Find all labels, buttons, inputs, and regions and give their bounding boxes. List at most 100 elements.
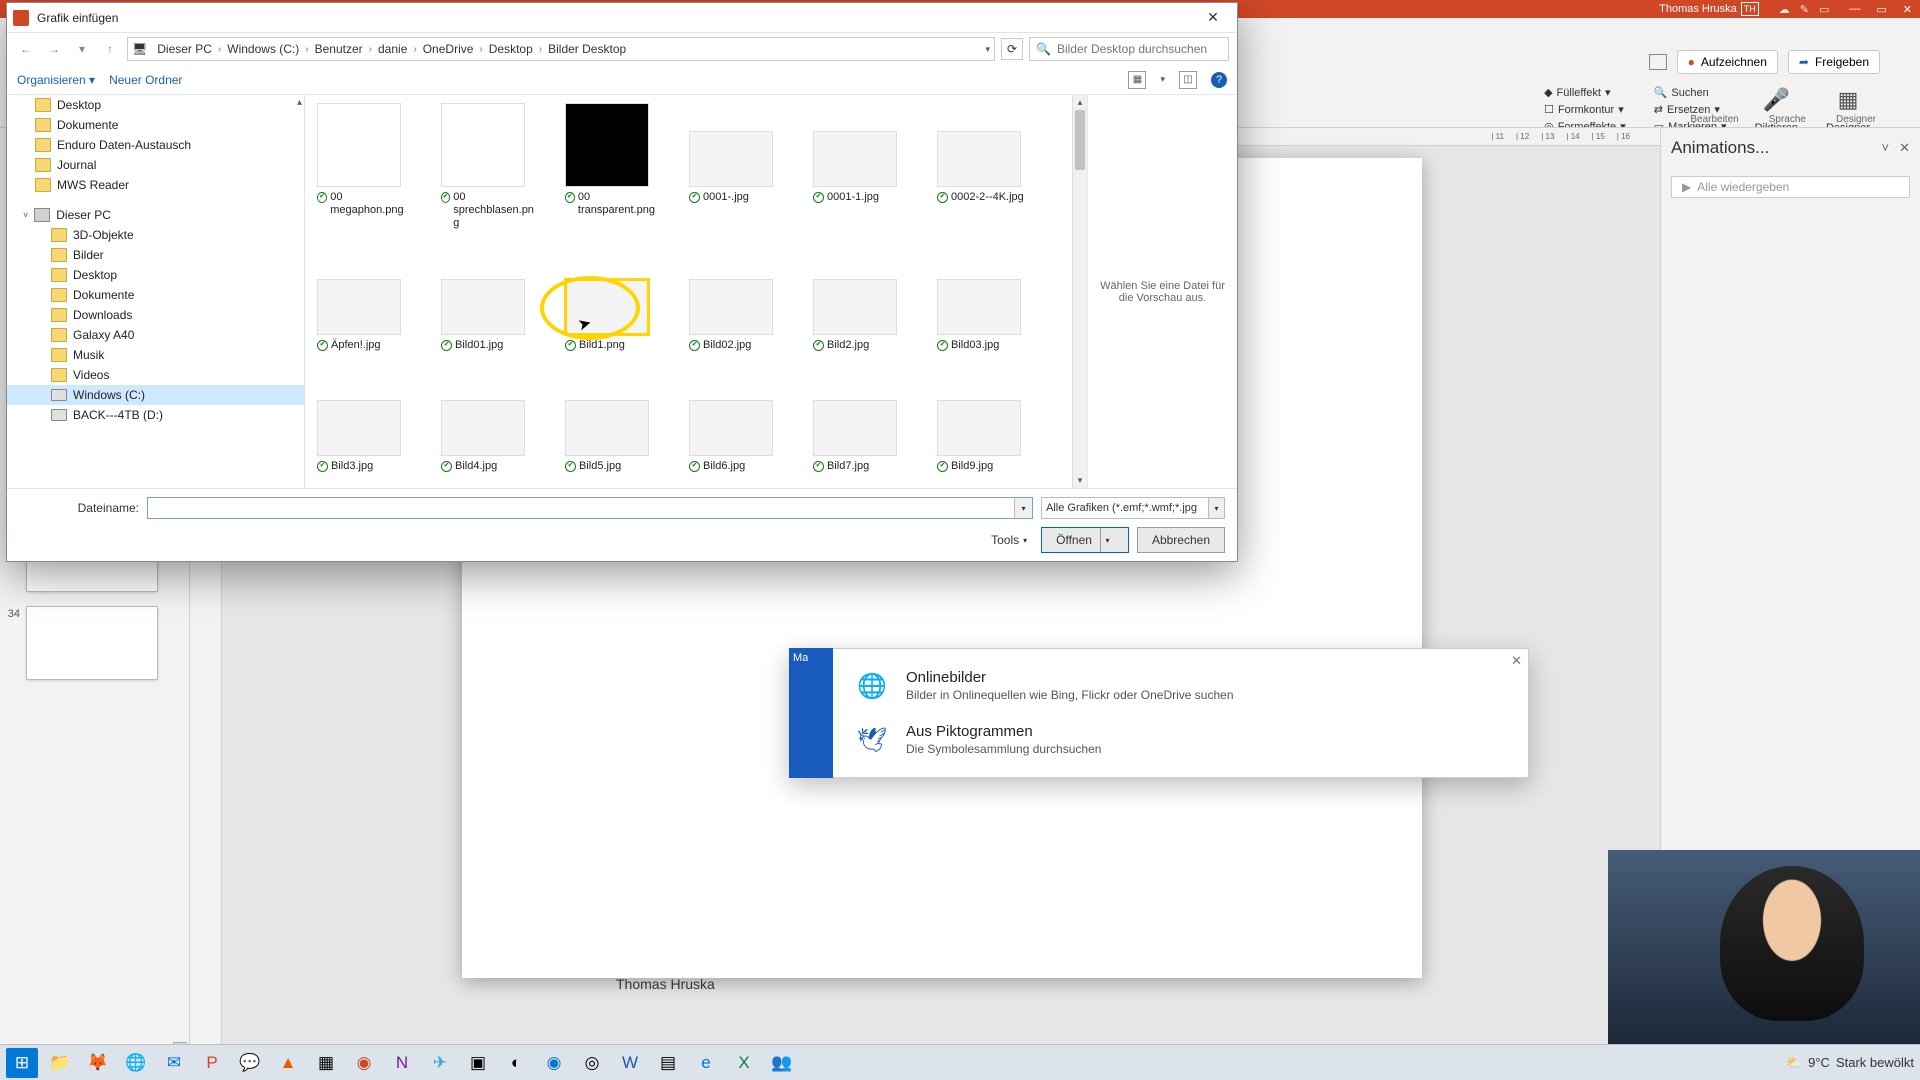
scroll-up-arrow[interactable]: ▴ [1073,95,1087,110]
app-icon-4[interactable]: ▣ [462,1048,494,1078]
tree-item[interactable]: Galaxy A40 [7,325,304,345]
breadcrumb-path[interactable]: 🖥Dieser PC›Windows (C:)›Benutzer›danie›O… [127,37,995,61]
path-segment[interactable]: Dieser PC [153,42,216,56]
file-item[interactable]: ✔Bild02.jpg [689,251,783,352]
tree-item[interactable]: Windows (C:) [7,385,304,405]
tree-this-pc[interactable]: ˅ Dieser PC [7,205,304,225]
powerpoint-icon[interactable]: P [196,1048,228,1078]
close-icon[interactable]: ✕ [1903,3,1912,16]
file-item[interactable]: ✔Bild5.jpg [565,372,659,473]
nav-up-icon[interactable]: ↑ [99,38,121,60]
tree-item[interactable]: Journal [7,155,304,175]
tree-item[interactable]: MWS Reader [7,175,304,195]
app-icon-7[interactable]: ◎ [576,1048,608,1078]
preview-pane-button[interactable]: ◫ [1179,71,1197,89]
fill-effect-button[interactable]: ◆ Fülleffekt ▾ [1544,86,1626,99]
view-mode-button[interactable]: ▦ [1128,71,1146,89]
tree-item[interactable]: Enduro Daten-Austausch [7,135,304,155]
menu-close-icon[interactable]: ✕ [1511,653,1522,669]
find-button[interactable]: 🔍 Suchen [1654,86,1727,99]
filename-dropdown[interactable]: ▾ [1014,498,1032,518]
tools-button[interactable]: Tools ▾ [991,533,1027,547]
filename-field[interactable] [148,498,1012,518]
file-item[interactable]: ✔00 transparent.png [565,103,659,231]
new-folder-button[interactable]: Neuer Ordner [109,73,182,87]
scroll-thumb[interactable] [1075,110,1085,170]
file-item[interactable]: ✔Bild01.jpg [441,251,535,352]
organize-button[interactable]: Organisieren ▾ [17,73,95,87]
app-icon-8[interactable]: ▤ [652,1048,684,1078]
pictogram-title[interactable]: Aus Piktogrammen [906,723,1101,740]
file-item[interactable]: ✔0002-2--4K.jpg [937,103,1031,231]
file-item[interactable]: ✔Äpfen!.jpg [317,251,411,352]
folder-tree[interactable]: ▴ DesktopDokumenteEnduro Daten-Austausch… [7,95,305,488]
tree-scroll-up[interactable]: ▴ [297,97,302,108]
firefox-icon[interactable]: 🦊 [82,1048,114,1078]
refresh-button[interactable]: ⟳ [1001,38,1023,60]
file-item[interactable]: ✔Bild03.jpg [937,251,1031,352]
online-images-title[interactable]: Onlinebilder [906,669,1234,686]
path-segment[interactable]: Benutzer [311,42,367,56]
nav-recent-icon[interactable]: ▾ [71,38,93,60]
share-button[interactable]: ➦Freigeben [1788,50,1880,74]
taskbar[interactable]: ⊞ 📁 🦊 🌐 ✉ P 💬 ▲ ▦ ◉ N ✈ ▣ ◐ ◉ ◎ W ▤ e X … [0,1044,1920,1080]
dialog-close-button[interactable]: ✕ [1195,6,1231,30]
vlc-icon[interactable]: ▲ [272,1048,304,1078]
onenote-icon[interactable]: N [386,1048,418,1078]
tree-item[interactable]: Bilder [7,245,304,265]
file-item[interactable]: ✔Bild2.jpg [813,251,907,352]
nav-forward-icon[interactable]: → [43,38,65,60]
file-item[interactable]: ✔0001-.jpg [689,103,783,231]
slide-thumb-34[interactable] [26,606,158,680]
pane-close-icon[interactable]: ✕ [1899,140,1910,156]
record-button[interactable]: ●Aufzeichnen [1677,50,1778,74]
word-icon[interactable]: W [614,1048,646,1078]
shape-effects-button[interactable]: ◎ Formeffekte ▾ [1544,120,1626,128]
file-item[interactable]: ✔00 sprechblasen.png [441,103,535,231]
open-split-button[interactable]: ▾ [1100,528,1114,552]
tree-item[interactable]: Musik [7,345,304,365]
help-button[interactable]: ? [1211,72,1227,88]
search-input[interactable] [1057,42,1222,56]
cancel-button[interactable]: Abbrechen [1137,527,1225,553]
weather-widget[interactable]: ⛅ 9°C Stark bewölkt [1786,1055,1914,1071]
play-all-button[interactable]: ▶ Alle wiedergeben [1671,176,1910,198]
minimize-icon[interactable]: — [1849,3,1860,16]
file-type-dropdown[interactable]: ▾ [1208,498,1224,518]
file-item[interactable]: ✔0001-1.jpg [813,103,907,231]
view-mode-chevron[interactable]: ▾ [1160,74,1165,85]
app-icon-5[interactable]: ◐ [500,1048,532,1078]
path-segment[interactable]: Windows (C:) [223,42,303,56]
file-type-filter[interactable]: Alle Grafiken (*.emf;*.wmf;*.jpg ▾ [1041,497,1225,519]
file-item[interactable]: ✔00 megaphon.png [317,103,411,231]
file-explorer-icon[interactable]: 📁 [44,1048,76,1078]
teams-icon[interactable]: 👥 [766,1048,798,1078]
tree-item[interactable]: Downloads [7,305,304,325]
tree-item[interactable]: BACK---4TB (D:) [7,405,304,425]
chrome-icon[interactable]: 🌐 [120,1048,152,1078]
ribbon-display-options[interactable] [1649,54,1667,70]
excel-icon[interactable]: X [728,1048,760,1078]
file-item[interactable]: ✔Bild6.jpg [689,372,783,473]
file-item[interactable]: ✔Bild1.png [565,251,659,352]
tree-item[interactable]: 3D-Objekte [7,225,304,245]
filename-input[interactable]: ▾ [147,497,1033,519]
file-item[interactable]: ✔Bild4.jpg [441,372,535,473]
app-icon-3[interactable]: ◉ [348,1048,380,1078]
scroll-down-arrow[interactable]: ▾ [1073,473,1087,488]
outlook-icon[interactable]: ✉ [158,1048,190,1078]
path-segment[interactable]: OneDrive [419,42,478,56]
edge-icon[interactable]: e [690,1048,722,1078]
open-button[interactable]: Öffnen▾ [1041,527,1129,553]
app-icon-1[interactable]: 💬 [234,1048,266,1078]
bell-icon[interactable]: ✎ [1800,3,1809,16]
shape-outline-button[interactable]: ☐ Formkontur ▾ [1544,103,1626,116]
maximize-icon[interactable]: ▭ [1876,3,1886,16]
file-item[interactable]: ✔Bild9.jpg [937,372,1031,473]
pane-chevron-icon[interactable]: ˅ [1882,140,1890,156]
nav-back-icon[interactable]: ← [15,38,37,60]
file-scrollbar[interactable]: ▴ ▾ [1072,95,1087,488]
app-icon-6[interactable]: ◉ [538,1048,570,1078]
path-segment[interactable]: Desktop [485,42,537,56]
window-icon[interactable]: ▭ [1819,3,1829,16]
